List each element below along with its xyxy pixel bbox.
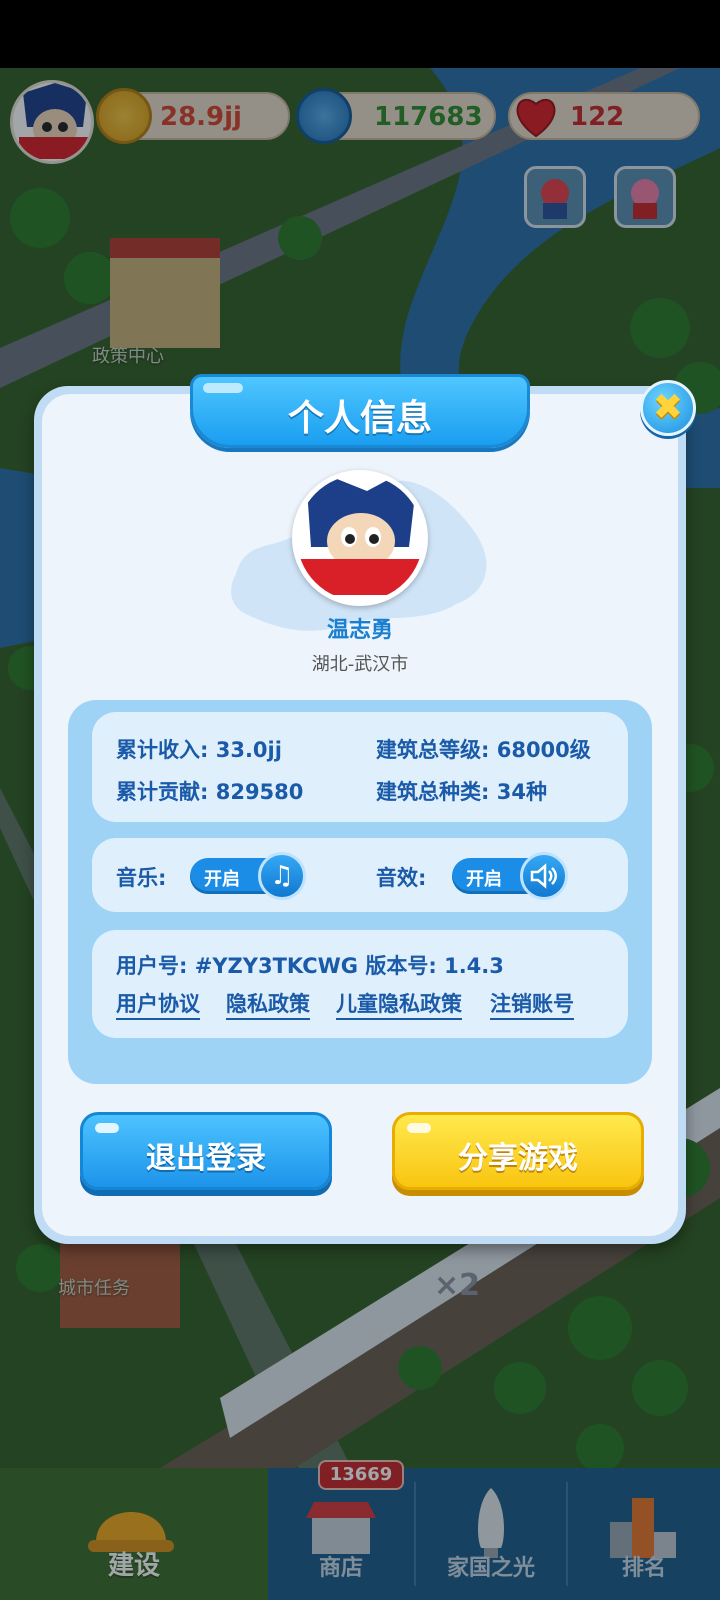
music-label: 音乐:: [116, 866, 167, 890]
stat-total-building-types: 建筑总种类: 34种: [376, 780, 547, 804]
player-nickname: 温志勇: [326, 618, 393, 643]
profile-avatar: [292, 470, 428, 606]
speaker-icon: [520, 852, 568, 900]
share-game-button[interactable]: 分享游戏: [392, 1112, 644, 1190]
sound-label: 音效:: [376, 866, 427, 890]
sound-toggle-state: 开启: [466, 869, 502, 890]
stat-total-contribution: 累计贡献: 829580: [116, 780, 304, 804]
music-toggle[interactable]: 开启 ♫: [190, 852, 306, 900]
link-user-agreement[interactable]: 用户协议: [116, 988, 200, 1020]
version-value: 1.4.3: [444, 954, 504, 978]
player-region: 湖北-武汉市: [311, 654, 409, 675]
link-privacy-policy[interactable]: 隐私政策: [226, 988, 310, 1020]
share-game-label: 分享游戏: [458, 1141, 578, 1176]
astro-boy-portrait-icon: [297, 475, 423, 601]
logout-button[interactable]: 退出登录: [80, 1112, 332, 1190]
stat-total-building-level: 建筑总等级: 68000级: [376, 738, 591, 762]
close-button[interactable]: ✖: [640, 380, 696, 436]
user-id-version-line: 用户号: #YZY3TKCWG 版本号: 1.4.3: [116, 950, 504, 980]
logout-label: 退出登录: [146, 1141, 266, 1176]
dialog-title-banner: 个人信息: [190, 374, 530, 448]
link-cancel-account[interactable]: 注销账号: [490, 988, 574, 1020]
link-children-privacy-policy[interactable]: 儿童隐私政策: [336, 988, 462, 1020]
music-toggle-state: 开启: [204, 869, 240, 890]
version-label: 版本号:: [365, 954, 437, 978]
music-note-icon: ♫: [258, 852, 306, 900]
sound-toggle[interactable]: 开启: [452, 852, 568, 900]
stat-total-income: 累计收入: 33.0jj: [116, 738, 282, 762]
dialog-title: 个人信息: [287, 398, 432, 439]
close-icon: ✖: [652, 387, 684, 428]
user-id-label: 用户号:: [116, 954, 188, 978]
user-id-value: #YZY3TKCWG: [194, 954, 359, 978]
account-card: [92, 930, 628, 1038]
